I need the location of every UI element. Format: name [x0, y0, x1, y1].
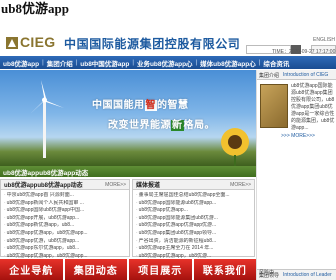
intro-more-link[interactable]: >>> MORE>>>	[281, 133, 315, 139]
news-more-link[interactable]: MORE>>	[105, 182, 126, 188]
sunflower-icon	[221, 128, 249, 166]
site-title: ub8优游app	[1, 1, 69, 16]
nav-china[interactable]: ub8中国优游app	[77, 58, 132, 68]
media-list: ·董事局主席屈国佳总结ub8优游app全面... ·ub8优游app国际能源ub…	[133, 190, 254, 262]
list-item[interactable]: ·ub8优游app国际能源集团ub8优游...	[136, 215, 251, 223]
banner-line2: 改变世界能源新格局。	[108, 120, 215, 131]
list-item[interactable]: ·ub8优游app新闻个人民共和国审 ...	[4, 200, 126, 208]
date-text: TIME：2020-09-27 17:17:00	[272, 49, 336, 55]
quick-buttons: 企业导航 集团动态 项目展示 联系我们	[0, 259, 256, 280]
list-item[interactable]: ·ub8优游app优游app...	[136, 207, 251, 215]
list-item[interactable]: ·ub8优游app优游，ub8优游app...	[4, 238, 126, 246]
list-item[interactable]: ·ub8优游app国际ub8优游app中国...	[4, 207, 126, 215]
media-panel: 媒体报道 MORE>> ·董事局主席屈国佳总结ub8优游app全面... ·ub…	[132, 179, 255, 259]
banner-line1: 中国国能用智的智慧	[92, 100, 189, 111]
list-item[interactable]: ·董事局主席屈国佳总结ub8优游app全面...	[136, 192, 251, 200]
button-contact[interactable]: 联系我们	[193, 259, 256, 280]
list-item[interactable]: ·ub8优游app东尔优游app，ub8...	[4, 245, 126, 253]
right-panel: 集团介绍 Introduction of CIEG ub8优游app国际能源ub…	[256, 70, 336, 280]
list-item[interactable]: ·ub8优游app集团ub8优游app领导...	[136, 230, 251, 238]
building-image	[260, 84, 288, 128]
news-panel-title: ub8优游appub8优游app动态	[4, 183, 83, 189]
button-enterprise[interactable]: 企业导航	[0, 259, 63, 280]
section-bar: ub8优游appub8优游app动态	[0, 166, 256, 177]
leader-label: 风险由	[259, 270, 275, 276]
button-projects[interactable]: 项目展示	[129, 259, 192, 280]
tab-intro-en[interactable]: Introduction of CIEG	[281, 70, 330, 79]
tab-intro[interactable]: 集团介绍	[257, 70, 281, 79]
media-panel-title: 媒体报道	[136, 183, 161, 189]
list-item[interactable]: ·ub8优游app国际能源ub8优游app...	[136, 200, 251, 208]
list-item[interactable]: ·严谷出资，清洁能源的新征程ub8...	[136, 238, 251, 246]
hero-banner[interactable]: 中国国能用智的智慧 改变世界能源新格局。	[0, 70, 256, 166]
list-item[interactable]: ·中京ub8优游app首 兴源封面...	[4, 192, 126, 200]
list-item[interactable]: ·ub8优游app开展，ub8优游app...	[4, 215, 126, 223]
news-panel-header: ub8优游appub8优游app动态 MORE>>	[1, 180, 129, 190]
nav-home[interactable]: ub8优游app	[0, 58, 42, 68]
news-panel: ub8优游appub8优游app动态 MORE>> ·中京ub8优游app首 兴…	[0, 179, 130, 259]
list-item[interactable]: ·ub8优游app优游app，ub8优游app...	[4, 230, 126, 238]
nav-media[interactable]: 媒体ub8优游app心	[197, 58, 259, 68]
nav-about[interactable]: 集团介绍	[44, 58, 76, 68]
intro-tabs: 集团介绍 Introduction of CIEG	[257, 70, 336, 80]
list-item[interactable]: ·ub8优游app主席全力在 2014 年...	[136, 245, 251, 253]
wind-turbine-icon	[30, 80, 64, 158]
list-item[interactable]: ·ub8优游app新优游app，ub8...	[4, 222, 126, 230]
nav-business[interactable]: 业务ub8优游app心	[134, 58, 196, 68]
media-panel-header: 媒体报道 MORE>>	[133, 180, 254, 190]
nav-news[interactable]: 综合资讯	[260, 58, 292, 68]
intro-body: ub8优游app国际能源ub8优游app集团控股有限公司，ub8优游app集团u…	[257, 80, 336, 140]
list-item[interactable]: ·ub8优游app优游app优游app优游...	[136, 222, 251, 230]
main-nav: ub8优游app | 集团介绍 | ub8中国优游app | 业务ub8优游ap…	[0, 56, 336, 69]
news-list: ·中京ub8优游app首 兴源封面... ·ub8优游app新闻个人民共和国审 …	[1, 190, 129, 262]
intro-text: ub8优游app国际能源ub8优游app集团控股有限公司，ub8优游app集团u…	[291, 83, 335, 131]
media-more-link[interactable]: MORE>>	[230, 182, 251, 188]
button-group-news[interactable]: 集团动态	[64, 259, 127, 280]
